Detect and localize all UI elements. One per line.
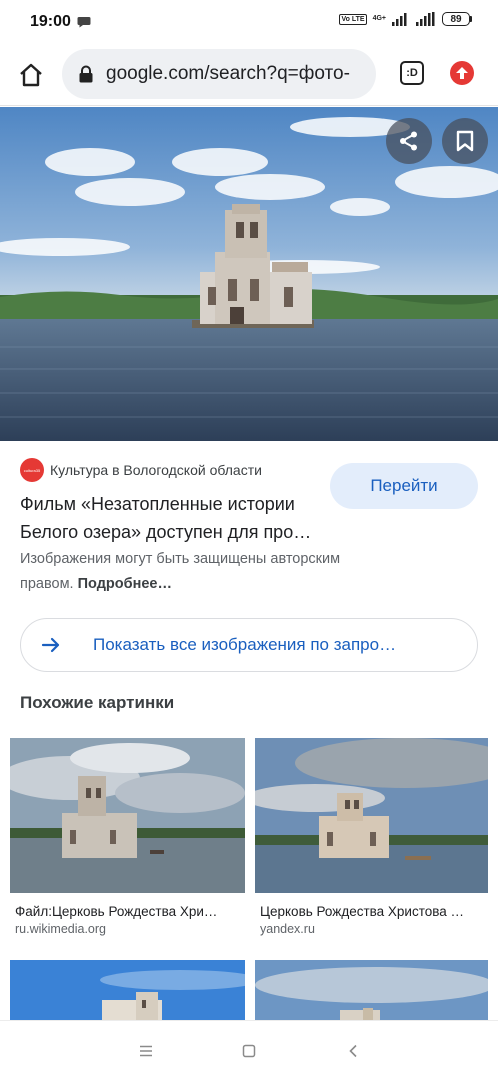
tab-switcher-button[interactable]: :D [400,61,424,85]
home-nav-button[interactable] [239,1041,259,1061]
signal-icon-2 [416,12,435,26]
square-icon [242,1044,256,1058]
signal-icon [392,13,407,26]
similar-image-2[interactable] [255,738,488,893]
home-button[interactable] [14,58,48,92]
back-nav-button[interactable] [343,1041,363,1061]
status-time: 19:00 [30,13,71,30]
similar-photo-4 [255,960,488,1020]
status-indicators: Vo LTE 4G+ 89 [339,12,472,26]
similar-title-2[interactable]: Церковь Рождества Христова … [260,904,485,919]
network-type: 4G+ [372,15,386,22]
url-text: google.com/search?q=фото- [106,63,350,84]
network-indicator: 4G+ [373,15,386,23]
similar-heading: Похожие картинки [20,693,175,712]
back-icon [349,1044,357,1058]
bookmark-icon [456,130,474,152]
menu-icon [140,1045,152,1057]
similar-photo-2 [255,738,488,893]
copyright-notice: Изображения могут быть защищены авторски… [20,547,380,597]
arrow-right-icon [41,637,60,653]
source-name: Культура в Вологодской области [50,462,262,478]
browser-toolbar: google.com/search?q=фото- :D [0,44,498,106]
home-icon [20,63,42,87]
hero-image[interactable] [0,107,498,441]
visit-button[interactable]: Перейти [330,463,478,509]
volte-badge: Vo LTE [339,13,367,25]
copyright-text: Изображения могут быть защищены авторски… [20,551,341,592]
menu-nav-button[interactable] [136,1041,156,1061]
similar-title-1[interactable]: Файл:Церковь Рождества Хри… [15,904,240,919]
address-bar[interactable]: google.com/search?q=фото- [62,49,376,99]
similar-image-4[interactable] [255,960,488,1020]
lock-icon [79,65,93,83]
update-button[interactable] [450,61,474,85]
similar-photo-1 [10,738,245,893]
similar-photo-3 [10,960,245,1020]
source-favicon: cultura35 [20,458,44,482]
similar-image-1[interactable] [10,738,245,893]
battery-icon: 89 [442,12,472,26]
source-row[interactable]: cultura35 Культура в Вологодской области [20,458,262,482]
similar-image-3[interactable] [10,960,245,1020]
arrow-up-icon [456,67,468,79]
similar-source-2: yandex.ru [260,922,315,936]
more-link[interactable]: Подробнее… [78,576,172,592]
status-bar: 19:00 Vo LTE 4G+ 89 [0,0,498,44]
show-all-label: Показать все изображения по запро… [93,635,397,654]
show-all-images-button[interactable]: Показать все изображения по запро… [20,618,478,672]
bookmark-button[interactable] [442,118,488,164]
share-icon [400,131,417,151]
battery-level: 89 [442,12,470,26]
share-button[interactable] [386,118,432,164]
system-nav-bar [0,1020,498,1080]
similar-source-1: ru.wikimedia.org [15,922,107,936]
result-title[interactable]: Фильм «Незатопленные истории Белого озер… [20,490,320,546]
message-icon [77,17,91,28]
